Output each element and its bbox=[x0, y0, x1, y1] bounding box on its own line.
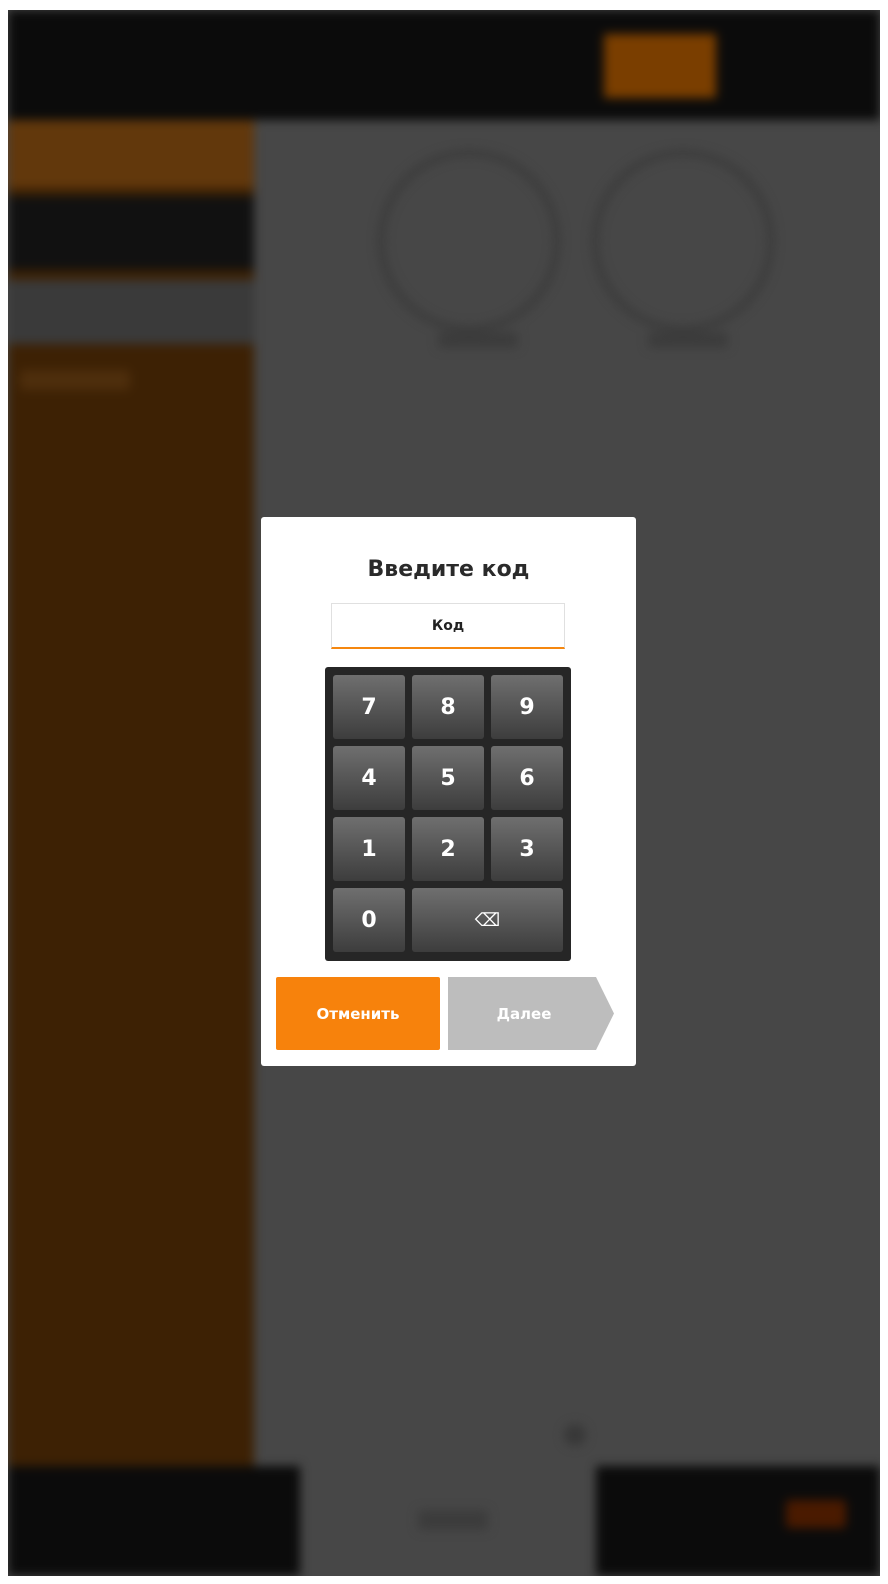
code-input[interactable] bbox=[331, 603, 565, 649]
top-bar-action-button bbox=[604, 34, 716, 98]
key-9[interactable]: 9 bbox=[491, 675, 563, 739]
key-7[interactable]: 7 bbox=[333, 675, 405, 739]
enter-code-dialog: Введите код 7 8 9 4 5 6 1 2 3 0 ⌫ Отмени… bbox=[261, 517, 636, 1066]
top-bar bbox=[8, 10, 880, 120]
bottom-bar-middle bbox=[418, 1510, 488, 1530]
sidebar-item bbox=[20, 370, 130, 390]
bottom-bar-right bbox=[596, 1466, 880, 1576]
top-bar-title bbox=[308, 50, 438, 80]
key-2[interactable]: 2 bbox=[412, 817, 484, 881]
next-button[interactable]: Далее bbox=[448, 977, 614, 1050]
avatar-label bbox=[438, 332, 518, 348]
backspace-button[interactable]: ⌫ bbox=[412, 888, 563, 952]
dialog-title: Введите код bbox=[367, 557, 530, 582]
avatar bbox=[592, 150, 774, 332]
sidebar-active-item bbox=[8, 196, 254, 270]
key-5[interactable]: 5 bbox=[412, 746, 484, 810]
sidebar bbox=[8, 120, 254, 1466]
key-4[interactable]: 4 bbox=[333, 746, 405, 810]
key-1[interactable]: 1 bbox=[333, 817, 405, 881]
sidebar-header bbox=[8, 120, 254, 188]
sidebar-item bbox=[8, 280, 254, 344]
numeric-keypad: 7 8 9 4 5 6 1 2 3 0 ⌫ bbox=[325, 667, 571, 961]
avatar bbox=[378, 150, 560, 332]
key-6[interactable]: 6 bbox=[491, 746, 563, 810]
key-0[interactable]: 0 bbox=[333, 888, 405, 952]
top-bar-right-button bbox=[768, 50, 858, 74]
scroll-indicator bbox=[564, 1424, 586, 1446]
bottom-bar-left bbox=[8, 1466, 300, 1576]
avatar-label bbox=[648, 332, 728, 348]
backspace-icon: ⌫ bbox=[474, 909, 501, 931]
key-3[interactable]: 3 bbox=[491, 817, 563, 881]
key-8[interactable]: 8 bbox=[412, 675, 484, 739]
cancel-button[interactable]: Отменить bbox=[276, 977, 440, 1050]
bottom-bar-badge bbox=[786, 1500, 846, 1528]
